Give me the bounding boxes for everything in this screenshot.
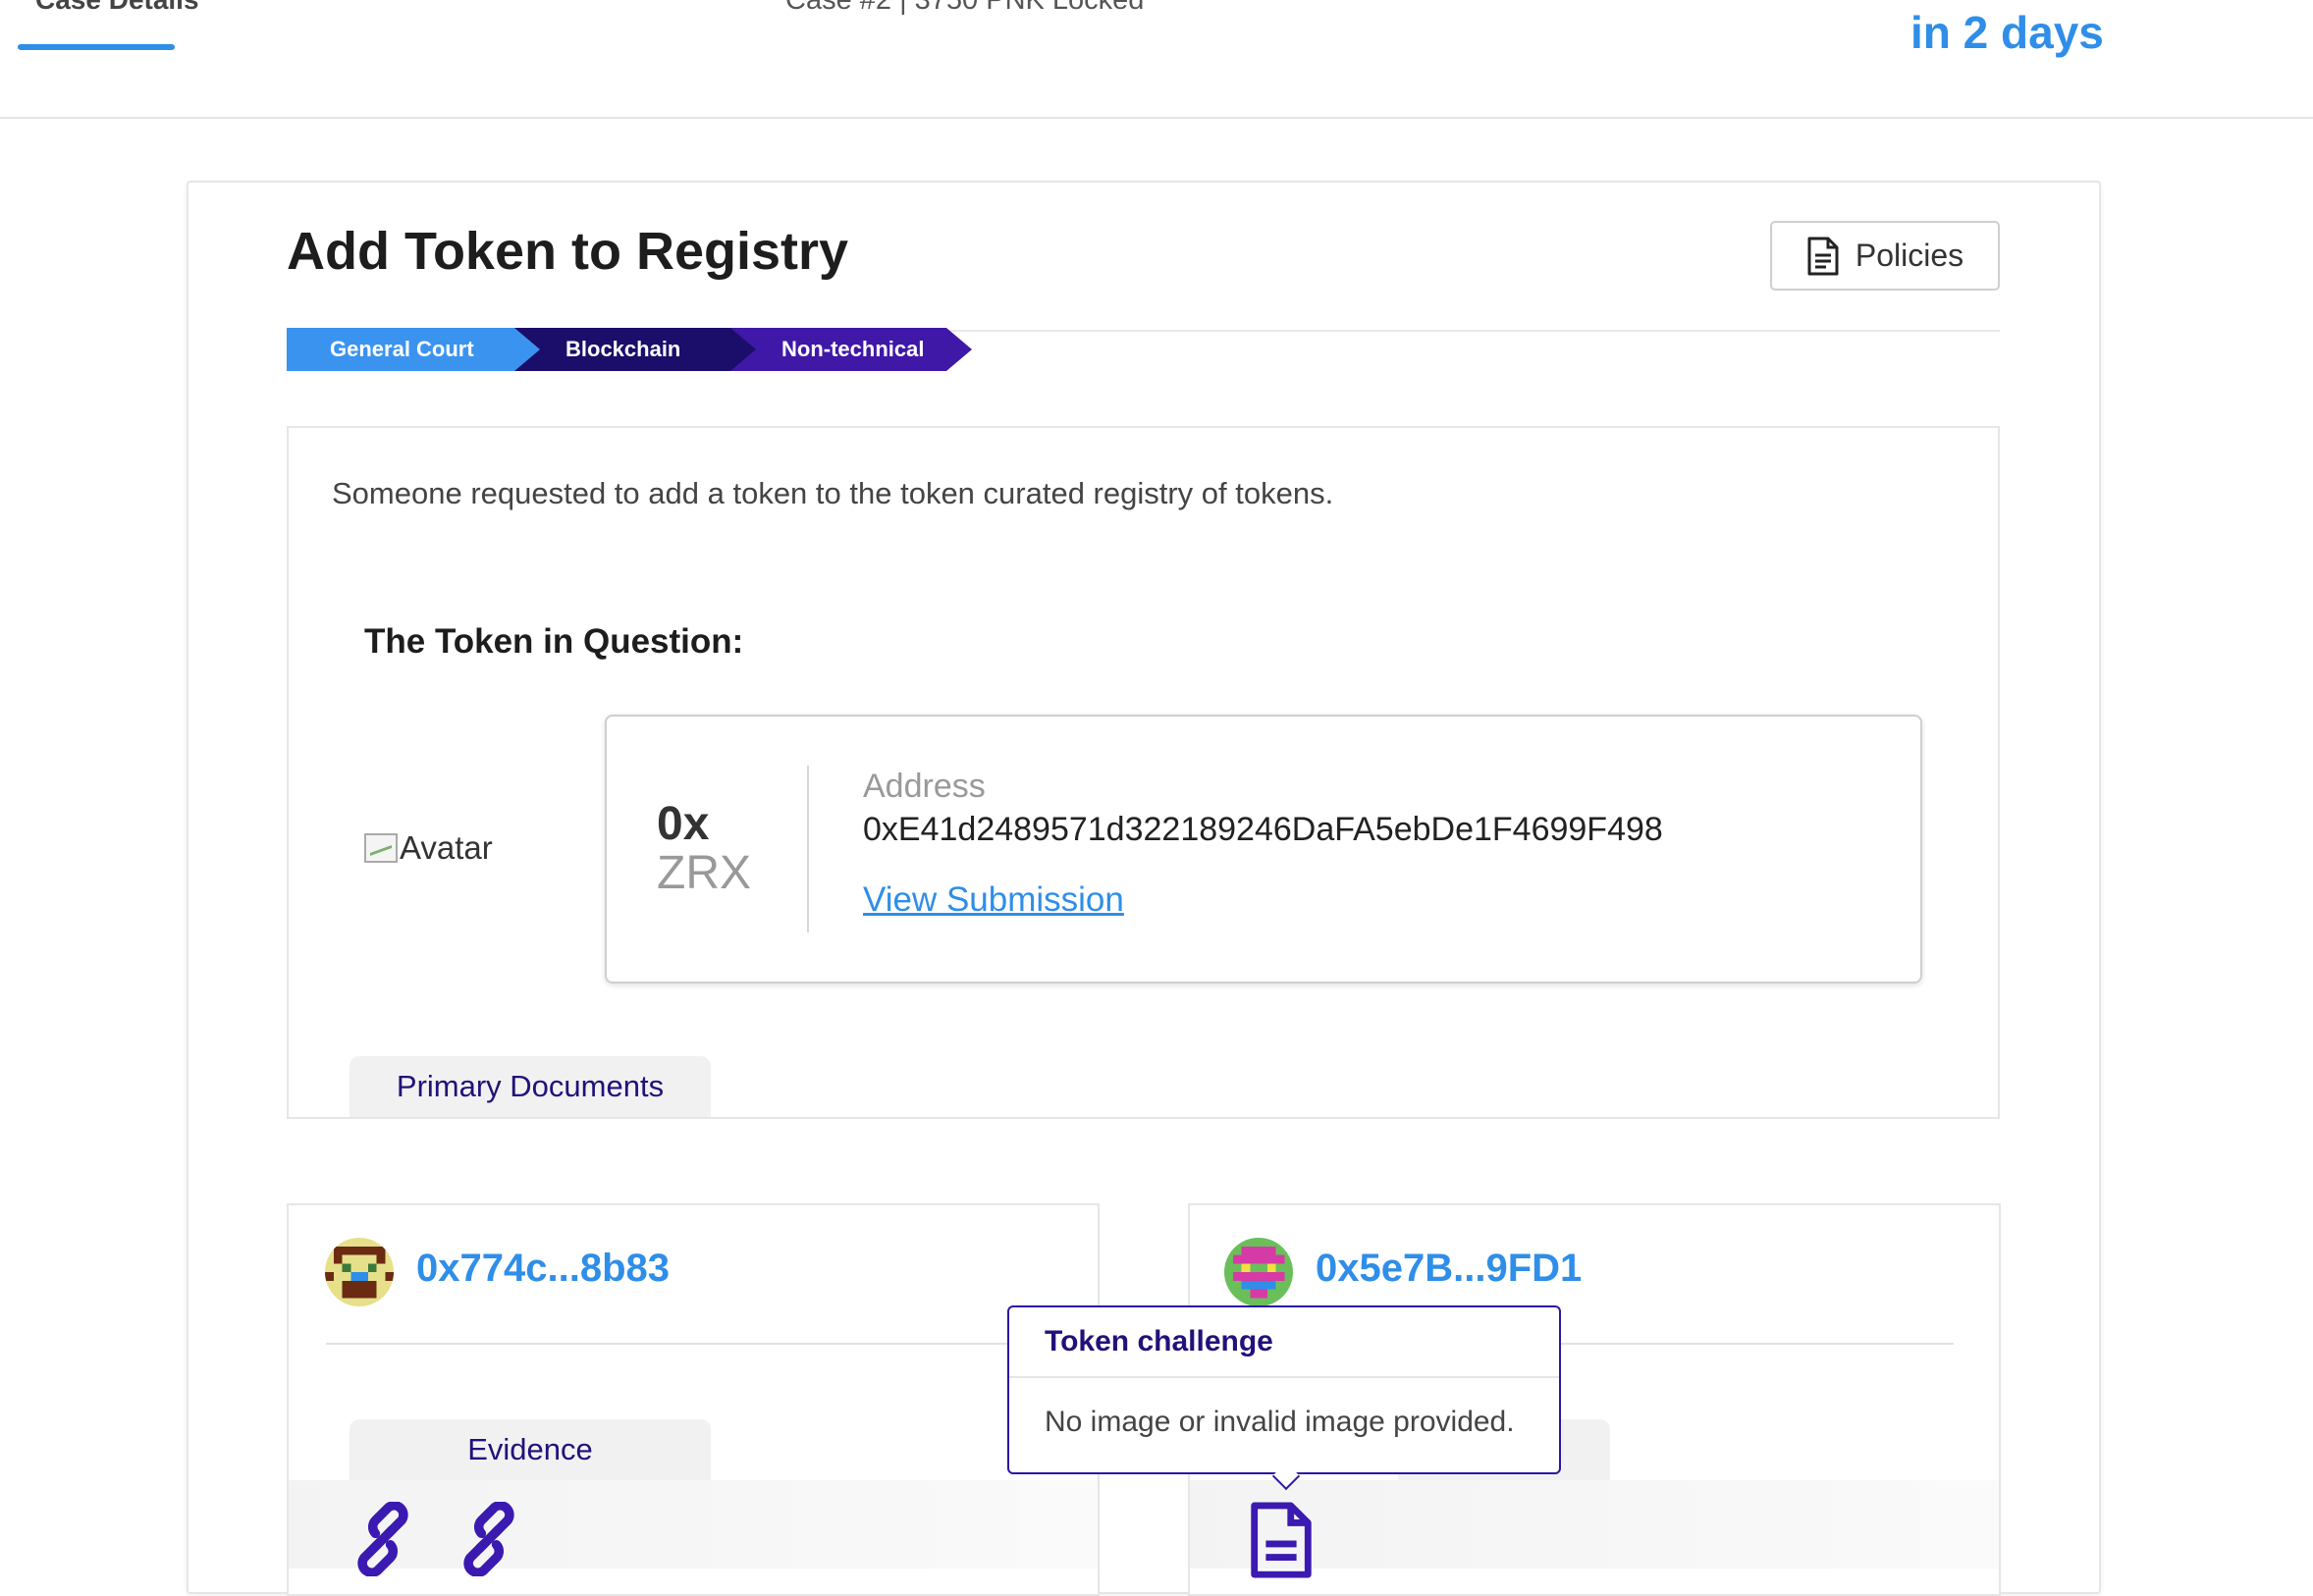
tooltip-body: No image or invalid image provided. [1045,1406,1515,1438]
breadcrumb-non-technical[interactable]: Non-technical [719,328,972,371]
token-symbol-prefix: 0x [657,798,710,850]
case-info: Case #2 | 3750 PNK Locked [785,0,1145,16]
token-address: 0xE41d2489571d322189246DaFA5ebDe1F4699F4… [863,811,1663,848]
evidence-card-divider [326,1343,1068,1345]
evidence-tooltip: Token challenge No image or invalid imag… [1007,1305,1561,1491]
page-title: Add Token to Registry [287,222,849,281]
primary-documents-tab[interactable]: Primary Documents [350,1056,711,1117]
submitter-address-link[interactable]: 0x5e7B...9FD1 [1316,1247,1582,1291]
submitter-address-link[interactable]: 0x774c...8b83 [416,1247,670,1291]
view-submission-link[interactable]: View Submission [863,880,1124,920]
active-tab-indicator [18,44,175,50]
address-label: Address [863,768,986,805]
token-symbol: ZRX [657,847,751,899]
tab-case-details[interactable]: Case Details [35,0,199,16]
broken-image-icon [364,833,398,863]
link-icon[interactable] [346,1502,420,1576]
breadcrumb-blockchain[interactable]: Blockchain [503,328,756,371]
top-bar: Case Details Case #2 | 3750 PNK Locked i… [0,0,2313,119]
document-icon [1807,237,1839,275]
token-section-heading: The Token in Question: [364,622,744,661]
breadcrumb-general-court[interactable]: General Court [287,328,540,371]
policies-label: Policies [1855,238,1964,273]
deadline-countdown: in 2 days [1910,7,2104,58]
case-description: Someone requested to add a token to the … [332,476,1334,510]
avatar-alt-text: Avatar [400,829,493,866]
token-card-divider [807,766,809,932]
tooltip-divider [1009,1376,1559,1378]
token-card [605,715,1922,984]
tooltip-title: Token challenge [1045,1325,1273,1357]
evidence-tab[interactable]: Evidence [350,1419,711,1480]
link-icon[interactable] [452,1502,526,1576]
token-avatar: Avatar [364,829,493,867]
policies-button[interactable]: Policies [1770,221,2000,291]
submitter-avatar [1224,1238,1293,1306]
submitter-avatar [325,1238,394,1306]
document-icon[interactable] [1247,1502,1316,1578]
breadcrumb: General Court Blockchain Non-technical [287,328,974,371]
